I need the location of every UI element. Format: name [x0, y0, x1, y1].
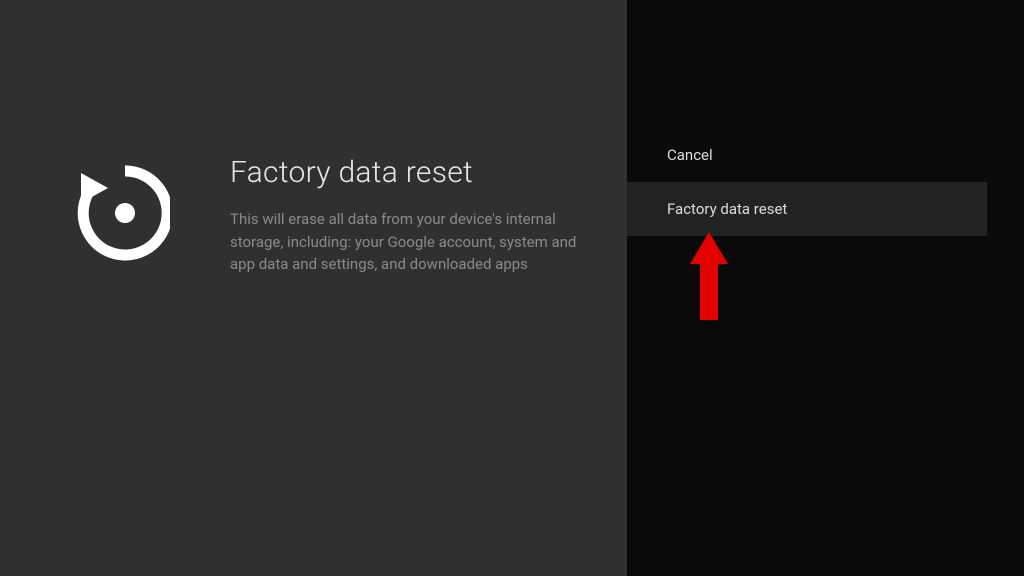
action-panel: Cancel Factory data reset [627, 0, 1024, 576]
content-area: Factory data reset This will erase all d… [230, 155, 627, 276]
cancel-button[interactable]: Cancel [627, 128, 987, 182]
page-description: This will erase all data from your devic… [230, 208, 600, 276]
info-panel: Factory data reset This will erase all d… [0, 0, 627, 576]
page-title: Factory data reset [230, 155, 627, 190]
restore-icon [70, 163, 170, 263]
factory-reset-button[interactable]: Factory data reset [627, 182, 987, 236]
